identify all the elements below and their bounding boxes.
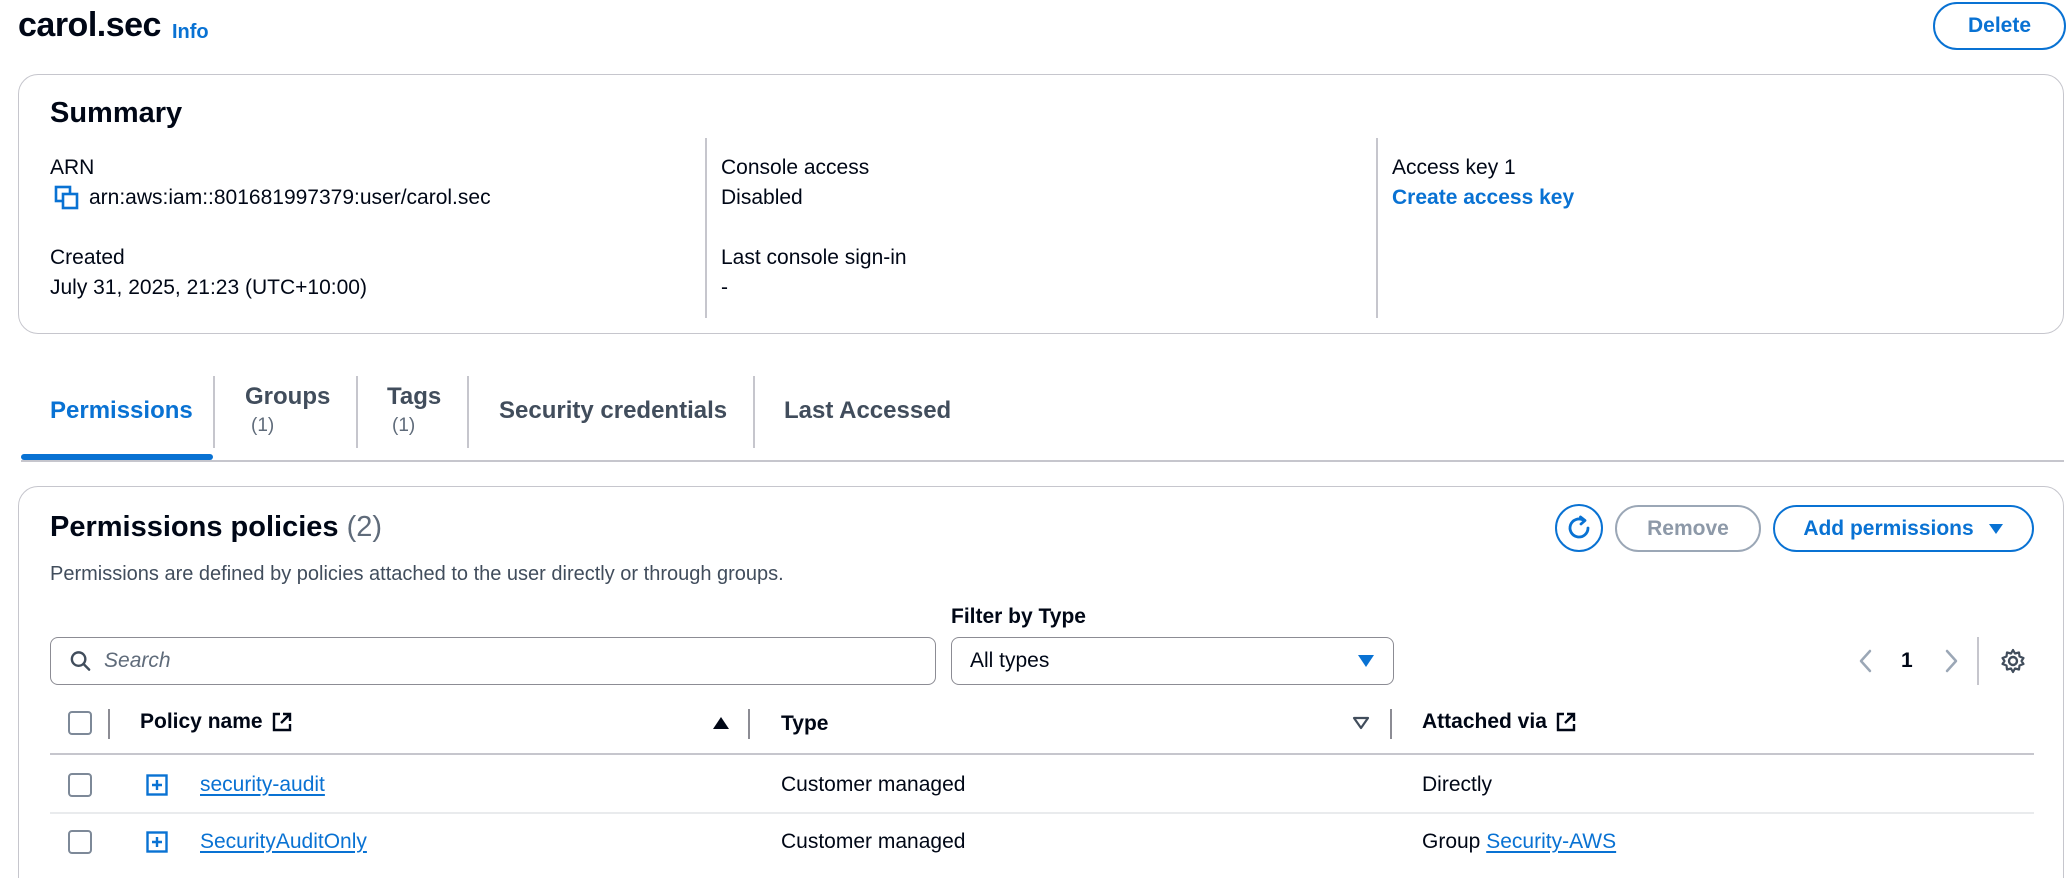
- search-icon: [70, 651, 91, 671]
- type-cell: Customer managed: [781, 830, 966, 853]
- last-signin-label: Last console sign-in: [721, 246, 907, 269]
- arn-value: arn:aws:iam::801681997379:user/carol.sec: [89, 186, 491, 209]
- caret-down-icon: [1988, 523, 2003, 534]
- attached-via-prefix: Group: [1422, 830, 1481, 853]
- summary-divider: [705, 138, 707, 318]
- page-number[interactable]: 1: [1901, 649, 1913, 673]
- summary-heading: Summary: [50, 97, 183, 129]
- tab-groups-count: (1): [251, 415, 275, 436]
- gear-icon[interactable]: [2000, 648, 2026, 674]
- column-separator: [1390, 709, 1392, 739]
- tabs-baseline: [21, 460, 2064, 462]
- expand-icon[interactable]: [146, 831, 168, 853]
- info-link[interactable]: Info: [172, 21, 209, 44]
- summary-divider: [1376, 138, 1378, 318]
- permissions-count: (2): [346, 511, 383, 543]
- policy-name-header-label: Policy name: [140, 710, 263, 733]
- last-signin-value: -: [721, 276, 728, 299]
- page-title: carol.sec: [18, 6, 161, 44]
- tab-groups[interactable]: Groups: [245, 383, 330, 411]
- expand-icon[interactable]: [146, 774, 168, 796]
- type-filter-value: All types: [970, 649, 1050, 672]
- column-header-type[interactable]: Type: [781, 712, 828, 736]
- arn-label: ARN: [50, 156, 95, 179]
- type-header-label: Type: [781, 712, 829, 735]
- pagination-divider: [1977, 637, 1979, 685]
- attached-via-cell: Group Security-AWS: [1422, 830, 1616, 854]
- row-checkbox[interactable]: [68, 773, 92, 797]
- add-permissions-button[interactable]: Add permissions: [1773, 505, 2034, 552]
- tab-security-credentials[interactable]: Security credentials: [499, 397, 727, 425]
- attached-via-cell: Directly: [1422, 773, 1493, 796]
- attached-via-header-label: Attached via: [1422, 710, 1547, 733]
- type-cell: Customer managed: [781, 773, 966, 796]
- policy-link[interactable]: security-audit: [200, 773, 325, 796]
- row-divider: [50, 812, 2034, 814]
- tab-permissions[interactable]: Permissions: [50, 397, 193, 425]
- create-access-key-link[interactable]: Create access key: [1392, 186, 1574, 210]
- delete-button[interactable]: Delete: [1933, 2, 2066, 50]
- column-separator: [748, 709, 750, 739]
- sort-ascending-icon[interactable]: [712, 716, 730, 730]
- active-tab-indicator: [21, 454, 213, 460]
- permissions-heading: Permissions policies (2): [50, 511, 382, 544]
- next-page-icon[interactable]: [1942, 648, 1960, 674]
- created-label: Created: [50, 246, 125, 269]
- column-separator: [108, 709, 110, 739]
- select-all-checkbox[interactable]: [68, 711, 92, 735]
- tab-tags-count: (1): [392, 415, 416, 436]
- column-header-policy-name[interactable]: Policy name: [140, 710, 293, 734]
- refresh-icon: [1568, 515, 1590, 539]
- add-permissions-label: Add permissions: [1803, 516, 1974, 540]
- external-link-icon: [1556, 712, 1576, 732]
- tab-separator: [356, 376, 358, 448]
- tab-last-accessed[interactable]: Last Accessed: [784, 397, 951, 425]
- permissions-heading-text: Permissions policies: [50, 511, 339, 543]
- console-access-label: Console access: [721, 156, 870, 179]
- console-access-value: Disabled: [721, 186, 803, 209]
- search-input[interactable]: [104, 649, 935, 673]
- column-header-attached-via[interactable]: Attached via: [1422, 710, 1577, 734]
- refresh-button[interactable]: [1555, 504, 1603, 552]
- policy-name-cell[interactable]: SecurityAuditOnly: [200, 830, 367, 854]
- filter-by-type-label: Filter by Type: [951, 605, 1086, 628]
- tab-tags[interactable]: Tags: [387, 383, 441, 411]
- row-checkbox[interactable]: [68, 830, 92, 854]
- external-link-icon: [272, 712, 291, 732]
- group-link[interactable]: Security-AWS: [1486, 830, 1616, 853]
- type-filter-select[interactable]: All types: [951, 637, 1394, 685]
- policy-link[interactable]: SecurityAuditOnly: [200, 830, 367, 853]
- previous-page-icon[interactable]: [1857, 648, 1875, 674]
- sort-icon[interactable]: [1352, 716, 1370, 730]
- created-value: July 31, 2025, 21:23 (UTC+10:00): [50, 276, 367, 299]
- access-key-label: Access key 1: [1392, 156, 1516, 179]
- policy-name-cell[interactable]: security-audit: [200, 773, 325, 797]
- table-header-divider: [50, 753, 2034, 755]
- caret-down-icon: [1358, 655, 1374, 667]
- permissions-description: Permissions are defined by policies atta…: [50, 563, 784, 585]
- tab-separator: [213, 376, 215, 448]
- search-box[interactable]: [50, 637, 936, 685]
- tab-separator: [467, 376, 469, 448]
- remove-button[interactable]: Remove: [1615, 505, 1761, 552]
- copy-icon[interactable]: [54, 185, 80, 211]
- tab-separator: [753, 376, 755, 448]
